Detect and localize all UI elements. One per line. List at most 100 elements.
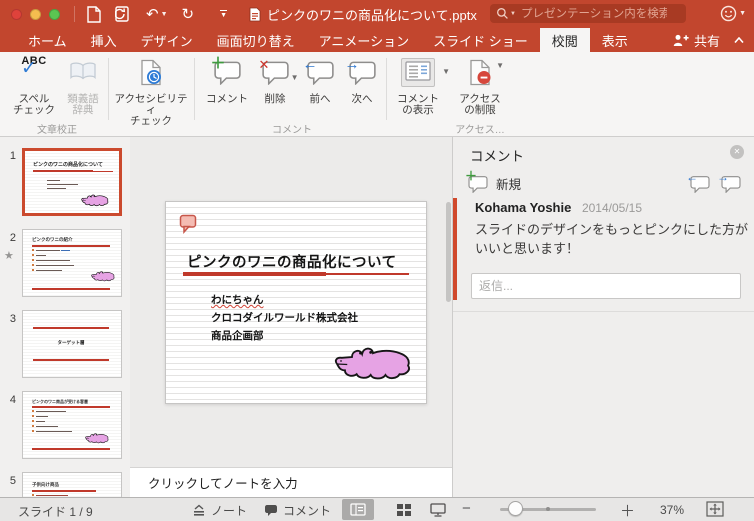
croc-doodle-mini [91,270,115,282]
accessibility-check-button[interactable]: アクセシビリティ チェック [112,56,190,127]
comment-card-divider [453,311,754,312]
tab-slideshow[interactable]: スライド ショー [421,28,540,52]
comment-reply-input[interactable] [471,273,741,299]
tab-home[interactable]: ホーム [16,28,79,52]
share-person-icon [673,34,689,46]
smiley-icon [720,5,737,22]
tab-review[interactable]: 校閲 [539,28,590,52]
titlebar-divider [74,6,75,22]
new-comment-panel-button[interactable]: ＋ 新規 [465,170,521,193]
thesaurus-book-icon [70,62,96,80]
title-underline [183,272,326,276]
delete-dropdown-caret[interactable]: ▼ [291,72,299,83]
minimize-window-button[interactable] [30,8,41,20]
restrict-access-icon [469,59,491,86]
thumbnail-slide-1[interactable]: ピンクのワニの商品化について [22,148,122,216]
spell-check-button[interactable]: ABC ✓ スペル チェック [8,56,60,118]
comment-author: Kohama Yoshie [475,200,572,215]
croc-doodle-mini [85,432,109,444]
slide-area-scrollbar[interactable] [446,202,451,302]
notes-placeholder: クリックしてノートを入力 [148,477,298,491]
collapse-ribbon-icon[interactable] [734,37,744,43]
notes-pane[interactable]: クリックしてノートを入力 [130,467,452,497]
zoom-slider-thumb[interactable] [508,501,523,516]
close-comments-panel-button[interactable]: ✕ [730,145,744,159]
slide-title[interactable]: ピンクのワニの商品化について [187,251,397,272]
feedback-smiley-button[interactable]: ▼ [720,5,746,22]
thumbnail-slide-4[interactable]: ピンクのワニ商品が受ける客層 [22,391,122,459]
slideshow-view-button[interactable] [422,499,454,520]
titlebar: ↶▼ ↻ ▼ ピンクのワニの商品化について.pptx ▼ ▼ [0,0,754,28]
close-window-button[interactable] [11,8,22,20]
fullscreen-window-button[interactable] [49,8,60,20]
comment-marker-icon[interactable] [179,214,200,234]
slide-subtitle-block[interactable]: わにちゃん クロコダイルワールド株式会社 商品企画部 [211,291,358,345]
previous-comment-icon: ← [303,57,334,90]
tab-animations[interactable]: アニメーション [307,28,421,52]
show-comments-button[interactable]: ▼ コメント の表示 [392,56,450,118]
previous-comment-panel-button[interactable]: ← [686,171,711,193]
subtitle-line-1: わにちゃん [211,294,264,306]
restrict-access-button[interactable]: ▼ アクセス の制限 [452,56,508,118]
proofing-group-label: 文章校正 [37,125,77,136]
powerpoint-window: ↶▼ ↻ ▼ ピンクのワニの商品化について.pptx ▼ ▼ ホーム 挿入 デザ… [0,0,754,521]
search-icon [497,8,508,19]
restrict-access-caret[interactable]: ▼ [496,60,504,71]
zoom-out-button[interactable]: − [462,500,471,517]
slide-thumbnail-panel: 1 ピンクのワニの商品化について 2 ★ ピンクのワニの紹介 3 ターゲット層 … [0,137,130,521]
undo-button[interactable]: ↶ ▼ [146,7,168,22]
search-box[interactable]: ▼ [490,4,686,23]
thesaurus-button[interactable]: 類義語 辞典 [60,56,106,118]
ribbon-tabbar: ホーム 挿入 デザイン 画面切り替え アニメーション スライド ショー 校閲 表… [0,28,754,52]
pptx-file-icon [249,7,261,21]
next-comment-icon: → [345,57,376,90]
thumbnail-slide-3[interactable]: ターゲット層 [22,310,122,378]
undo-dropdown-caret[interactable]: ▼ [161,11,168,18]
notes-toggle-button[interactable]: ノート [192,502,247,519]
zoom-in-button[interactable]: ＋ [620,500,635,521]
normal-view-button[interactable] [342,499,374,520]
slide-sorter-view-button[interactable] [388,499,420,520]
ribbon-divider [194,58,195,120]
thumbnail-number: 4 [9,394,16,406]
comment-date: 2014/05/15 [581,201,643,215]
thumbnail-slide-2[interactable]: ピンクのワニの紹介 [22,229,122,297]
share-label: 共有 [693,33,720,49]
new-comment-icon: ＋ [211,56,241,90]
tab-transitions[interactable]: 画面切り替え [205,28,307,52]
window-controls [11,8,68,20]
new-comment-panel-icon: ＋ [465,170,489,193]
tab-view[interactable]: 表示 [590,28,640,52]
normal-view-icon [350,503,366,516]
comments-toggle-button[interactable]: コメント [264,502,331,519]
thumbnail-number: 3 [9,313,16,325]
comments-panel-title: コメント [470,149,524,164]
croc-doodle[interactable] [334,343,412,382]
fit-to-window-icon [706,501,724,517]
slide-canvas[interactable]: ピンクのワニの商品化について わにちゃん クロコダイルワールド株式会社 商品企画… [165,201,427,404]
tab-design[interactable]: デザイン [129,28,205,52]
search-scope-caret[interactable]: ▼ [510,11,516,17]
fit-slide-to-window-button[interactable] [706,501,724,521]
new-document-icon[interactable] [87,5,101,23]
search-input[interactable] [518,6,669,21]
show-comments-icon [401,58,435,87]
share-button[interactable]: 共有 [673,31,720,50]
new-comment-button[interactable]: ＋ コメント [202,56,252,118]
save-icon[interactable] [115,6,132,22]
comments-group-label: コメント [272,125,312,136]
spell-check-icon: ABC ✓ [21,55,47,79]
ribbon-divider [386,58,387,120]
toolbar-options-button[interactable]: ▼ [220,9,228,19]
slideshow-icon [430,502,446,517]
previous-comment-button[interactable]: ← 前へ [300,56,340,118]
delete-comment-icon: ✕ ▼ [258,57,299,82]
tab-insert[interactable]: 挿入 [79,28,129,52]
next-comment-button[interactable]: → 次へ [342,56,382,118]
delete-comment-button[interactable]: ✕ ▼ 削除 [252,56,299,118]
show-comments-caret[interactable]: ▼ [442,66,450,77]
next-comment-panel-button[interactable]: → [717,171,742,193]
animation-star-icon: ★ [4,250,14,262]
slide-counter: スライド 1 / 9 [18,505,93,519]
redo-button[interactable]: ↻ [182,7,195,22]
